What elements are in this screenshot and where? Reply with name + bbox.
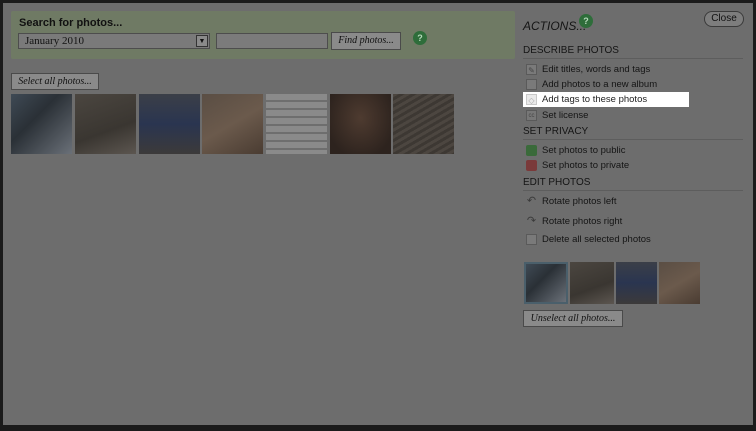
action-label: Set license: [542, 110, 589, 121]
search-input[interactable]: [216, 33, 328, 49]
unselect-all-button[interactable]: Unselect all photos...: [523, 310, 623, 327]
action-label: Set photos to public: [542, 145, 626, 156]
action-set-public[interactable]: Set photos to public: [523, 143, 689, 158]
action-label: Add photos to a new album: [542, 79, 658, 90]
action-delete-selected[interactable]: Delete all selected photos: [523, 232, 689, 247]
action-add-to-album[interactable]: Add photos to a new album: [523, 77, 689, 92]
trash-icon: [526, 234, 537, 245]
find-photos-button[interactable]: Find photos...: [331, 32, 401, 50]
rotate-left-icon: ↶: [526, 195, 537, 207]
action-label: Rotate photos left: [542, 196, 617, 207]
section-header-privacy: SET PRIVACY: [523, 126, 743, 140]
chevron-down-icon[interactable]: ▼: [196, 35, 208, 47]
photo-thumbnail[interactable]: [393, 94, 454, 154]
selected-photo-thumbnail[interactable]: [570, 262, 614, 304]
month-select[interactable]: January 2010 ▼: [18, 33, 210, 49]
photo-thumbnail[interactable]: [266, 94, 327, 154]
action-edit-titles[interactable]: ✎ Edit titles, words and tags: [523, 62, 689, 77]
photo-thumbnail[interactable]: [75, 94, 136, 154]
section-header-describe: DESCRIBE PHOTOS: [523, 45, 743, 59]
photo-thumbnail[interactable]: [330, 94, 391, 154]
selected-photo-thumbnail[interactable]: [616, 262, 657, 304]
search-title: Search for photos...: [19, 17, 123, 29]
search-panel: Search for photos... January 2010 ▼ Find…: [11, 11, 515, 59]
photo-thumbnail[interactable]: [202, 94, 263, 154]
locked-icon: [526, 160, 537, 171]
cc-license-icon: cc: [526, 110, 537, 121]
close-button[interactable]: Close: [704, 11, 744, 27]
selected-photo-thumbnail[interactable]: [524, 262, 568, 304]
photo-thumbnail[interactable]: [139, 94, 200, 154]
action-label: Edit titles, words and tags: [542, 64, 651, 75]
action-label: Set photos to private: [542, 160, 630, 171]
pencil-icon: ✎: [526, 64, 537, 75]
actions-title: ACTIONS...: [523, 19, 587, 33]
help-icon[interactable]: ?: [413, 31, 427, 45]
action-rotate-left[interactable]: ↶ Rotate photos left: [523, 194, 689, 209]
action-label: Rotate photos right: [542, 216, 623, 227]
section-header-edit: EDIT PHOTOS: [523, 177, 743, 191]
selected-photo-thumbnail[interactable]: [659, 262, 700, 304]
select-all-button[interactable]: Select all photos...: [11, 73, 99, 90]
album-icon: [526, 79, 537, 90]
tag-icon: ◇: [526, 94, 537, 105]
action-set-private[interactable]: Set photos to private: [523, 158, 689, 173]
action-label: Delete all selected photos: [542, 234, 651, 245]
action-label: Add tags to these photos: [542, 94, 648, 105]
action-set-license[interactable]: cc Set license: [523, 108, 689, 123]
action-add-tags[interactable]: ◇ Add tags to these photos: [523, 92, 689, 107]
rotate-right-icon: ↷: [526, 215, 537, 227]
action-rotate-right[interactable]: ↷ Rotate photos right: [523, 214, 689, 229]
unlocked-icon: [526, 145, 537, 156]
help-icon[interactable]: ?: [579, 14, 593, 28]
photo-thumbnail[interactable]: [11, 94, 72, 154]
batch-actions-dialog: Search for photos... January 2010 ▼ Find…: [3, 3, 753, 425]
month-select-value: January 2010: [25, 35, 84, 47]
